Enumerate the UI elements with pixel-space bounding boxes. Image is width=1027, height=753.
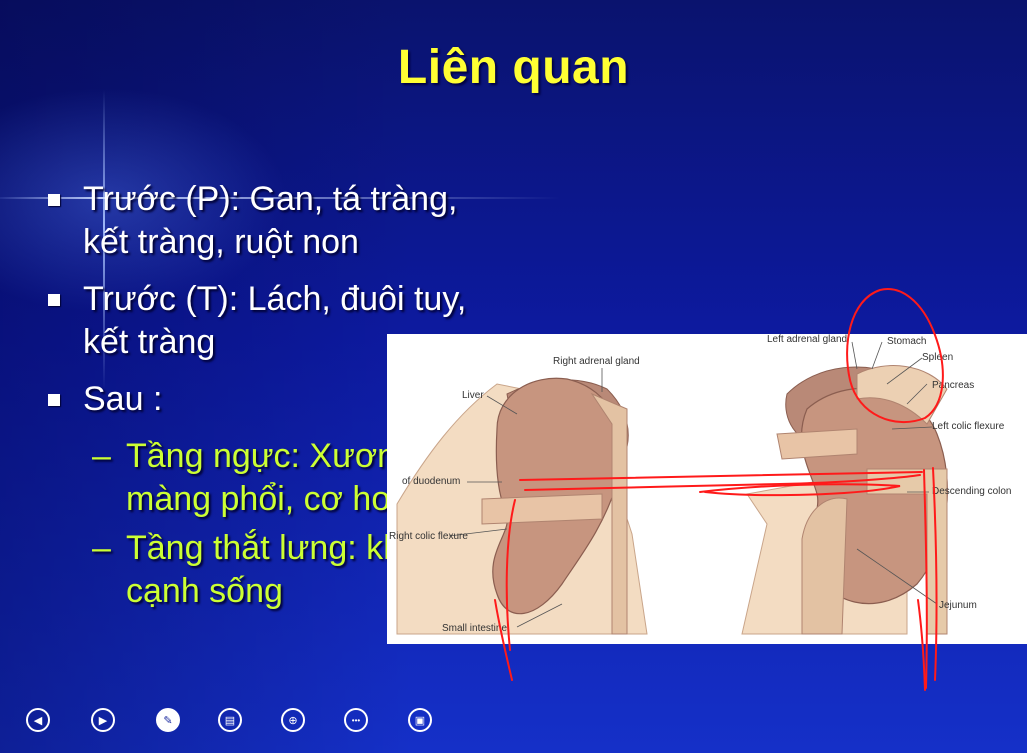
label-duodenum: of duodenum [402,476,461,487]
menu-icon: ▤ [224,714,236,727]
display-settings-button[interactable]: ▣ [408,708,432,732]
slide-title: Liên quan [397,41,630,94]
kidney-illustration [396,341,948,635]
previous-icon: ◀ [33,714,43,727]
label-descending-colon: Descending colon [932,486,1012,497]
sub-bullet-dash: – [92,529,111,567]
pen-icon: ✎ [163,714,173,727]
bullet-square-icon [48,194,60,206]
label-stomach: Stomach [887,336,927,347]
bullet-item: Trước (P): Gan, tá tràng, kết tràng, ruộ… [48,178,608,264]
slide: Liên quan Trước (P): Gan, tá tràng, kết … [0,0,1027,753]
bullet-square-icon [48,394,60,406]
label-pancreas: Pancreas [932,380,975,391]
more-options-button[interactable]: ••• [344,708,368,732]
label-liver: Liver [462,390,484,401]
zoom-icon: ⊕ [288,714,298,727]
more-icon: ••• [351,715,361,725]
label-left-adrenal-gland: Left adrenal gland [767,334,848,345]
kidney-anatomy-figure: Right adrenal gland Liver of duodenum Ri… [387,334,1027,644]
label-jejunum: Jejunum [939,600,977,611]
bullet-text: Sau : [83,380,163,418]
label-small-intestine: Small intestine [442,623,508,634]
bullet-text: Trước (P): Gan, tá tràng, kết tràng, ruộ… [83,180,458,261]
bullet-square-icon [48,294,60,306]
label-spleen: Spleen [922,352,954,363]
next-icon: ▶ [98,714,108,727]
previous-slide-button[interactable]: ◀ [26,708,50,732]
label-right-colic-flexure: Right colic flexure [389,531,468,542]
label-right-adrenal-gland: Right adrenal gland [553,356,640,367]
slide-menu-button[interactable]: ▤ [218,708,242,732]
pen-tool-button[interactable]: ✎ [156,708,180,732]
label-left-colic-flexure: Left colic flexure [932,421,1005,432]
zoom-button[interactable]: ⊕ [281,708,305,732]
next-slide-button[interactable]: ▶ [91,708,115,732]
display-icon: ▣ [414,714,426,727]
sub-bullet-dash: – [92,437,111,475]
